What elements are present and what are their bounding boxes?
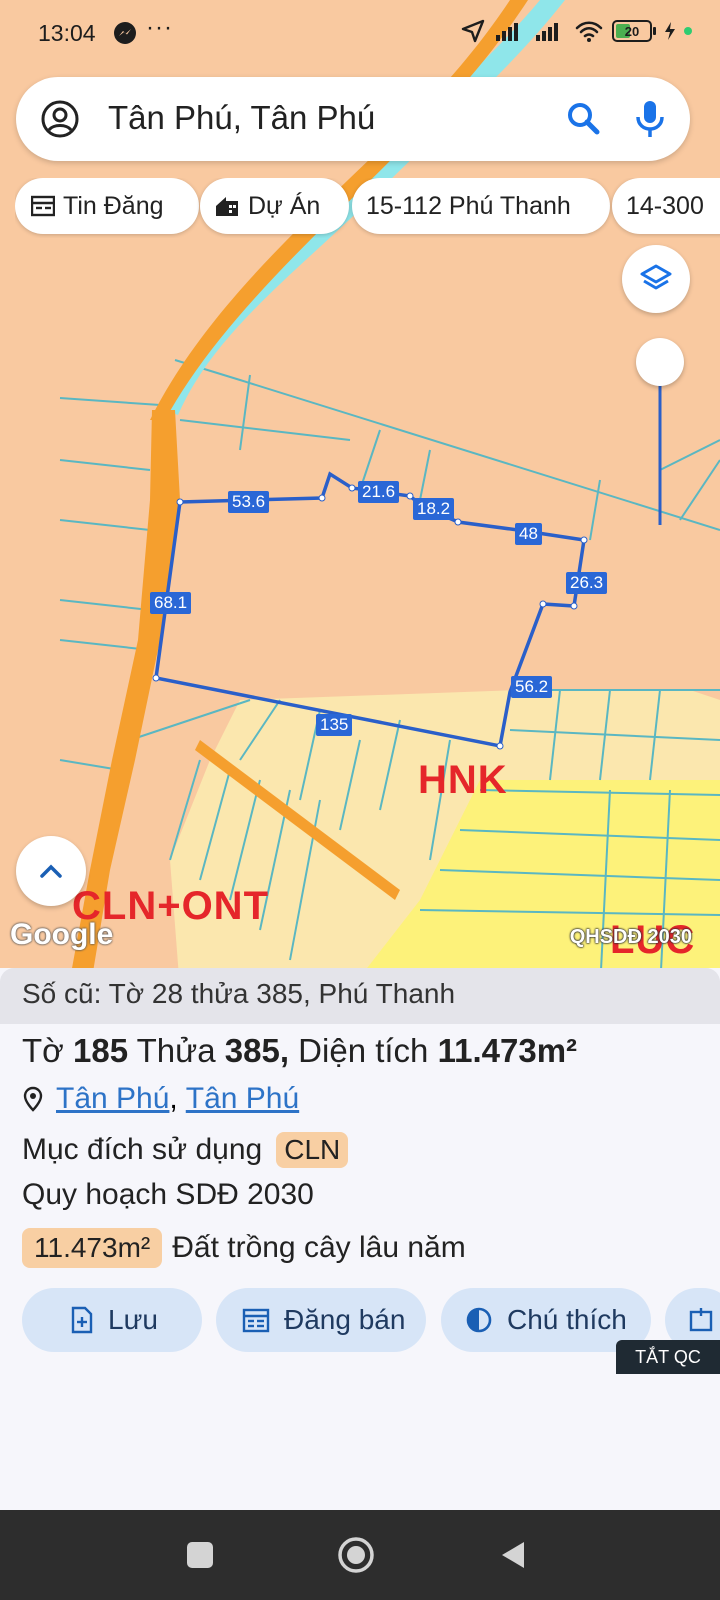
chip-label: Dự Án: [248, 191, 321, 220]
clock: 13:04: [38, 20, 96, 46]
plan-label: Quy hoạch SDĐ 2030: [22, 1178, 314, 1211]
listing-icon: [31, 195, 55, 217]
old-number-row: Số cũ: Tờ 28 thửa 385, Phú Thanh: [0, 968, 720, 1024]
more-notifications-icon: ···: [146, 14, 173, 41]
save-button[interactable]: Lưu: [22, 1288, 202, 1352]
layers-button[interactable]: [622, 245, 690, 313]
expand-up-button[interactable]: [16, 836, 86, 906]
home-button[interactable]: [333, 1532, 379, 1578]
location-link-commune[interactable]: Tân Phú: [56, 1082, 169, 1116]
parcel-info-sheet: Số cũ: Tờ 28 thửa 385, Phú Thanh Tờ 185 …: [0, 968, 720, 1510]
location-link-district[interactable]: Tân Phú: [186, 1082, 299, 1116]
edge-label: 21.6: [358, 481, 400, 503]
chip-tin-dang[interactable]: Tin Đăng: [15, 178, 199, 234]
google-logo: Google: [10, 918, 114, 951]
battery-icon: 20: [612, 20, 656, 42]
account-circle-icon[interactable]: [38, 97, 82, 141]
status-bar: 13:04 ··· 20: [0, 0, 720, 66]
save-icon: [71, 1306, 93, 1334]
purpose-row: Mục đích sử dụng CLN: [22, 1132, 349, 1168]
area-badge: 11.473m²: [22, 1228, 163, 1268]
edge-label: 53.6: [228, 491, 270, 513]
layers-icon: [640, 264, 672, 290]
search-bar[interactable]: Tân Phú, Tân Phú: [16, 77, 690, 161]
chevron-up-icon: [40, 864, 62, 878]
edge-label: 135: [316, 714, 353, 736]
post-sale-button[interactable]: Đăng bán: [216, 1288, 426, 1352]
chip-map-sheet-2[interactable]: 14-300: [612, 178, 720, 234]
area-description: Đất trồng cây lâu năm: [172, 1231, 466, 1264]
location-separator: ,: [169, 1082, 178, 1115]
post-sale-label: Đăng bán: [284, 1304, 406, 1335]
back-icon: [502, 1542, 524, 1568]
system-navigation-bar: [0, 1510, 720, 1600]
legend-icon: [466, 1307, 492, 1333]
search-icon[interactable]: [562, 97, 606, 141]
status-icons: 20: [460, 18, 692, 44]
parcel-title: Tờ 185 Thửa 385, Diện tích 11.473m²: [22, 1032, 578, 1069]
microphone-icon[interactable]: [628, 95, 672, 143]
recents-icon: [187, 1542, 213, 1568]
messenger-icon: [114, 22, 136, 44]
edge-label: 56.2: [511, 676, 553, 698]
zone-label-hnk: HNK: [418, 758, 508, 802]
chip-label: 14-300: [626, 191, 704, 220]
old-number-text: Số cũ: Tờ 28 thửa 385, Phú Thanh: [22, 978, 456, 1009]
hide-ads-button[interactable]: TẮT QC: [616, 1340, 720, 1374]
overlay-label: QHSDĐ 2030: [569, 926, 692, 948]
recent-apps-button[interactable]: [177, 1532, 223, 1578]
signal-icon: [496, 23, 518, 41]
chip-label: Tin Đăng: [63, 191, 164, 220]
chip-label: 15-112 Phú Thanh: [366, 191, 571, 220]
location-row: Tân Phú , Tân Phú: [22, 1082, 299, 1116]
search-input[interactable]: Tân Phú, Tân Phú: [108, 99, 375, 137]
charging-icon: [665, 22, 675, 40]
filter-chips: Tin Đăng Dự Án 15-112 Phú Thanh 14-300: [15, 178, 720, 238]
building-icon: [216, 197, 238, 216]
add-photo-icon: [689, 1308, 713, 1332]
plan-area-row: 11.473m² Đất trồng cây lâu năm: [22, 1228, 466, 1268]
signal-icon: [536, 23, 558, 41]
save-label: Lưu: [108, 1304, 158, 1335]
wifi-icon: [575, 21, 603, 42]
back-button[interactable]: [490, 1532, 536, 1578]
edge-label: 26.3: [566, 572, 608, 594]
home-icon: [338, 1537, 374, 1573]
purpose-label: Mục đích sử dụng: [22, 1133, 263, 1166]
post-icon: [242, 1308, 270, 1333]
opacity-slider-handle[interactable]: [636, 338, 684, 386]
status-dot: [684, 27, 692, 35]
edge-label: 48: [515, 523, 542, 545]
chip-du-an[interactable]: Dự Án: [200, 178, 349, 234]
location-pin-icon: [23, 1086, 43, 1112]
edge-label: 68.1: [150, 592, 192, 614]
legend-label: Chú thích: [507, 1304, 627, 1335]
purpose-badge: CLN: [276, 1132, 349, 1168]
edge-label: 18.2: [413, 498, 455, 520]
chip-map-sheet[interactable]: 15-112 Phú Thanh: [352, 178, 610, 234]
location-arrow-icon: [461, 19, 485, 43]
